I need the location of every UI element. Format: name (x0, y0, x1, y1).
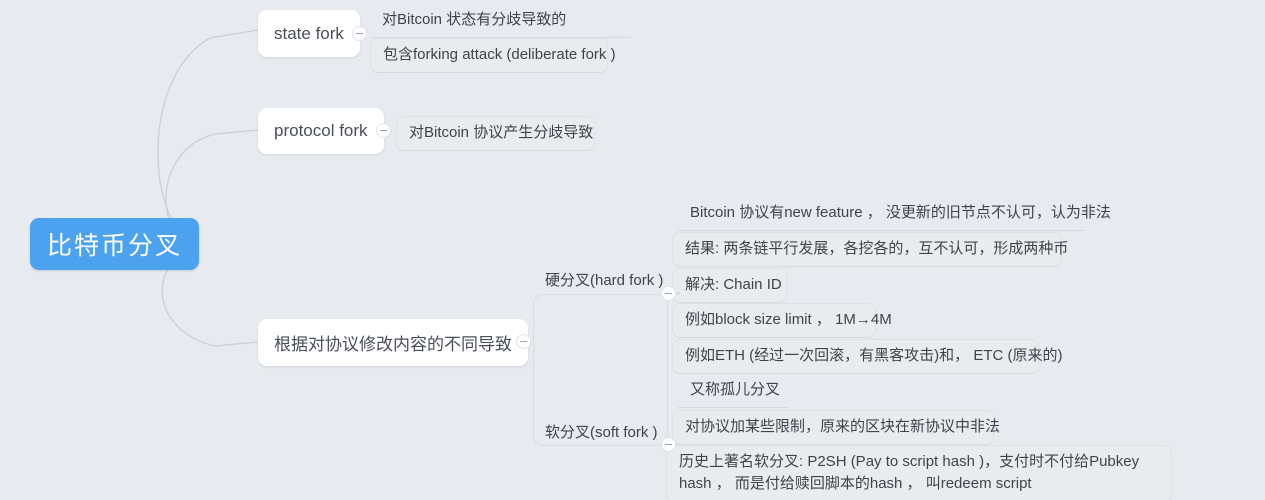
minus-icon (665, 292, 672, 295)
leaf-node-label: 包含forking attack (deliberate fork ) (383, 46, 616, 63)
sub-node-label: 硬分叉(hard fork ) (545, 272, 664, 289)
branch-node-protocol-fork[interactable]: protocol fork (258, 108, 384, 154)
leaf-node-label: 对Bitcoin 协议产生分歧导致 (409, 124, 594, 141)
leaf-node-label: 结果: 两条链平行发展，各挖各的，互不认可，形成两种币 (685, 240, 1069, 257)
collapse-toggle-state-fork[interactable] (352, 26, 367, 41)
sub-node-label: 软分叉(soft fork ) (545, 424, 658, 441)
leaf-node[interactable]: Bitcoin 协议有new feature ， 没更新的旧节点不认可，认为非法 (678, 197, 1111, 231)
leaf-node[interactable]: 解决: Chain ID (672, 268, 787, 303)
branch-node-state-fork[interactable]: state fork (258, 10, 360, 57)
branch-node-modify-content[interactable]: 根据对协议修改内容的不同导致 (258, 319, 528, 366)
minus-icon (665, 443, 672, 446)
leaf-node[interactable]: 对Bitcoin 状态有分歧导致的 (370, 4, 630, 38)
collapse-toggle-modify-content[interactable] (516, 334, 531, 349)
branch-node-label: protocol fork (274, 121, 368, 140)
mindmap-canvas: 比特币分叉 state fork 对Bitcoin 状态有分歧导致的 包含for… (0, 0, 1265, 500)
sub-node-hard-fork[interactable]: 硬分叉(hard fork ) (545, 269, 663, 290)
leaf-node[interactable]: 结果: 两条链平行发展，各挖各的，互不认可，形成两种币 (672, 232, 1068, 267)
leaf-node[interactable]: 历史上著名软分叉: P2SH (Pay to script hash )，支付时… (666, 445, 1172, 500)
minus-icon (380, 129, 387, 132)
leaf-node-label: 又称孤儿分叉 (690, 381, 781, 398)
leaf-node-label: 历史上著名软分叉: P2SH (Pay to script hash )，支付时… (679, 453, 1140, 492)
leaf-node[interactable]: 例如block size limit ， 1M→4M (672, 303, 892, 338)
collapse-toggle-hard-fork[interactable] (661, 286, 676, 301)
root-node-label: 比特币分叉 (46, 232, 182, 260)
leaf-node[interactable]: 例如ETH (经过一次回滚，有黑客攻击)和， ETC (原来的) (672, 339, 1063, 374)
leaf-node-label: 例如block size limit ， 1M→4M (685, 311, 892, 328)
leaf-node-label: 对协议加某些限制，原来的区块在新协议中非法 (685, 418, 1001, 435)
collapse-toggle-protocol-fork[interactable] (376, 123, 391, 138)
branch-node-label: 根据对协议修改内容的不同导致 (274, 335, 512, 354)
collapse-toggle-soft-fork[interactable] (661, 437, 676, 452)
leaf-node-label: Bitcoin 协议有new feature ， 没更新的旧节点不认可，认为非法 (690, 204, 1111, 221)
leaf-node-label: 对Bitcoin 状态有分歧导致的 (382, 11, 567, 28)
root-node[interactable]: 比特币分叉 (30, 218, 199, 270)
minus-icon (520, 340, 527, 343)
leaf-node[interactable]: 包含forking attack (deliberate fork ) (370, 38, 616, 73)
minus-icon (356, 32, 363, 35)
leaf-node-label: 例如ETH (经过一次回滚，有黑客攻击)和， ETC (原来的) (685, 347, 1063, 364)
leaf-node[interactable]: 对Bitcoin 协议产生分歧导致 (396, 116, 595, 151)
leaf-node[interactable]: 又称孤儿分叉 (678, 374, 788, 408)
branch-node-label: state fork (274, 23, 344, 43)
leaf-node[interactable]: 对协议加某些限制，原来的区块在新协议中非法 (672, 410, 1000, 445)
leaf-node-label: 解决: Chain ID (685, 276, 782, 293)
sub-node-soft-fork[interactable]: 软分叉(soft fork ) (545, 421, 658, 442)
